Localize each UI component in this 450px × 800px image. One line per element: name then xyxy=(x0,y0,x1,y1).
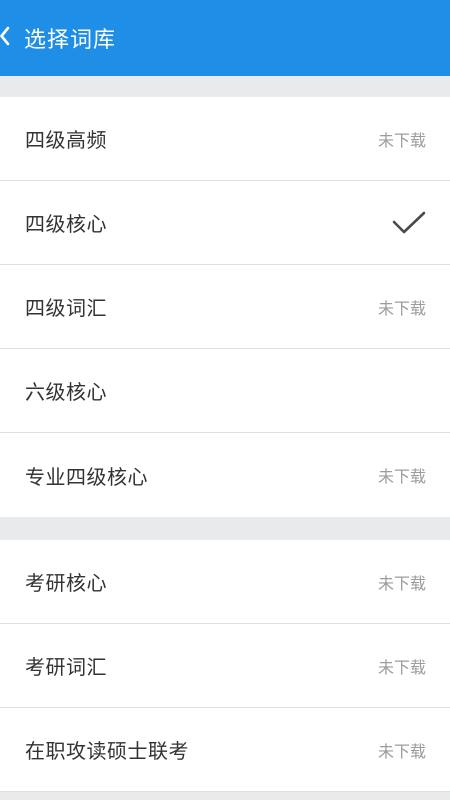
list-item-label: 考研词汇 xyxy=(25,655,107,679)
list-item-label: 考研核心 xyxy=(25,571,107,595)
list-item-label: 专业四级核心 xyxy=(25,464,148,489)
download-status: 未下载 xyxy=(377,298,426,318)
list-item-cet6-core[interactable]: 六级核心 xyxy=(0,349,450,433)
list-item-cet4-high-frequency[interactable]: 四级高频 未下载 xyxy=(0,97,450,181)
download-status: 未下载 xyxy=(377,657,426,677)
list-item-label: 四级高频 xyxy=(25,128,107,152)
list-item-cet4-vocabulary[interactable]: 四级词汇 未下载 xyxy=(0,265,450,349)
list-item-cet4-core[interactable]: 四级核心 xyxy=(0,181,450,265)
list-item-label: 四级词汇 xyxy=(25,296,107,320)
download-status: 未下载 xyxy=(377,741,426,761)
list-item-postgrad-core[interactable]: 考研核心 未下载 xyxy=(0,540,450,624)
download-status: 未下载 xyxy=(377,467,426,486)
wordbank-group-cet: 四级高频 未下载 四级核心 四级词汇 未下载 六级核心 专业四级核心 未下载 xyxy=(0,97,450,517)
list-item-postgrad-vocabulary[interactable]: 考研词汇 未下载 xyxy=(0,624,450,708)
list-item-label: 六级核心 xyxy=(25,380,107,404)
list-item-tem4-core[interactable]: 专业四级核心 未下载 xyxy=(0,433,450,517)
chevron-left-icon xyxy=(0,26,10,50)
wordbank-group-postgrad: 考研核心 未下载 考研词汇 未下载 在职攻读硕士联考 未下载 xyxy=(0,540,450,792)
list-item-in-service-master-exam[interactable]: 在职攻读硕士联考 未下载 xyxy=(0,708,450,792)
app-bar: 选择词库 xyxy=(0,0,450,76)
back-button[interactable] xyxy=(0,18,18,58)
checkmark-icon xyxy=(392,211,426,235)
list-item-label: 在职攻读硕士联考 xyxy=(25,739,189,763)
download-status: 未下载 xyxy=(377,573,426,593)
download-status: 未下载 xyxy=(377,130,426,150)
list-item-label: 四级核心 xyxy=(25,212,107,236)
page-title: 选择词库 xyxy=(24,28,117,53)
